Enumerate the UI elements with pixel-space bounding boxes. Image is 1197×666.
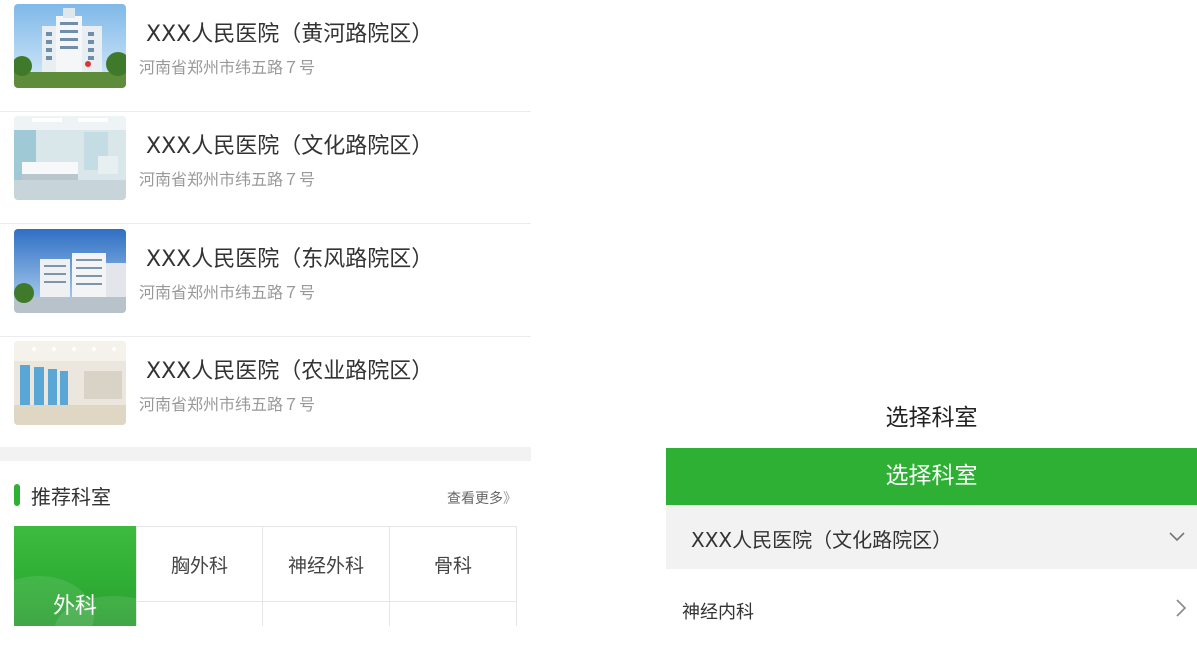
department-tile-empty — [389, 602, 517, 626]
section-title: 推荐科室 — [31, 485, 111, 509]
ward-room-photo — [14, 116, 126, 200]
hospital-dropdown[interactable]: XXX人民医院（文化路院区） — [666, 505, 1197, 569]
hospital-address: 河南省郑州市纬五路７号 — [139, 283, 316, 302]
view-more-label: 查看更多 — [447, 491, 503, 507]
hospital-name: XXX人民医院（农业路院区） — [146, 359, 434, 384]
hospital-building-photo — [14, 4, 126, 88]
hospital-name: XXX人民医院（文化路院区） — [146, 134, 434, 159]
department-tile-empty — [262, 602, 390, 626]
recommended-section-header: 推荐科室 查看更多》 — [0, 461, 531, 525]
department-tile[interactable]: 神经外科 — [262, 526, 390, 602]
department-select-panel: 选择科室 选择科室 XXX人民医院（文化路院区） 神经内科 — [666, 0, 1197, 626]
hospital-address: 河南省郑州市纬五路７号 — [139, 395, 316, 414]
chevron-right-icon — [1176, 599, 1187, 617]
featured-department-label: 外科 — [52, 594, 97, 619]
hospital-dropdown-value: XXX人民医院（文化路院区） — [691, 528, 953, 552]
department-list-item[interactable]: 神经内科 — [666, 570, 1197, 626]
section-marker — [14, 484, 20, 506]
hospital-list-item[interactable]: XXX人民医院（黄河路院区） 河南省郑州市纬五路７号 — [0, 0, 531, 112]
select-department-header: 选择科室 — [666, 448, 1197, 505]
hospital-list-item[interactable]: XXX人民医院（东风路院区） 河南省郑州市纬五路７号 — [0, 225, 531, 337]
hospital-name: XXX人民医院（东风路院区） — [146, 247, 434, 272]
page-title: 选择科室 — [885, 405, 978, 431]
hospital-list-item[interactable]: XXX人民医院（农业路院区） 河南省郑州市纬五路７号 — [0, 337, 531, 449]
hospital-exterior-photo — [14, 229, 126, 313]
featured-department-tile[interactable]: 外科 — [0, 526, 174, 666]
section-divider — [0, 447, 531, 461]
department-tile[interactable]: 胸外科 — [136, 526, 263, 602]
hospital-list-panel: XXX人民医院（黄河路院区） 河南省郑州市纬五路７号 XXX人民医院（文化路院区… — [0, 0, 531, 666]
hospital-name: XXX人民医院（黄河路院区） — [146, 22, 434, 47]
department-name: 神经内科 — [682, 602, 754, 623]
chevron-down-icon — [1169, 532, 1185, 542]
double-chevron-right-icon: 》 — [503, 491, 517, 507]
department-tile-empty — [136, 602, 263, 626]
hospital-list-item[interactable]: XXX人民医院（文化路院区） 河南省郑州市纬五路７号 — [0, 112, 531, 224]
hospital-address: 河南省郑州市纬五路７号 — [139, 170, 316, 189]
hospital-address: 河南省郑州市纬五路７号 — [139, 58, 316, 77]
department-grid: 外科 胸外科 神经外科 骨科 — [0, 526, 517, 666]
view-more-link[interactable]: 查看更多》 — [447, 488, 517, 508]
department-tile[interactable]: 骨科 — [389, 526, 517, 602]
hospital-hall-photo — [14, 341, 126, 425]
